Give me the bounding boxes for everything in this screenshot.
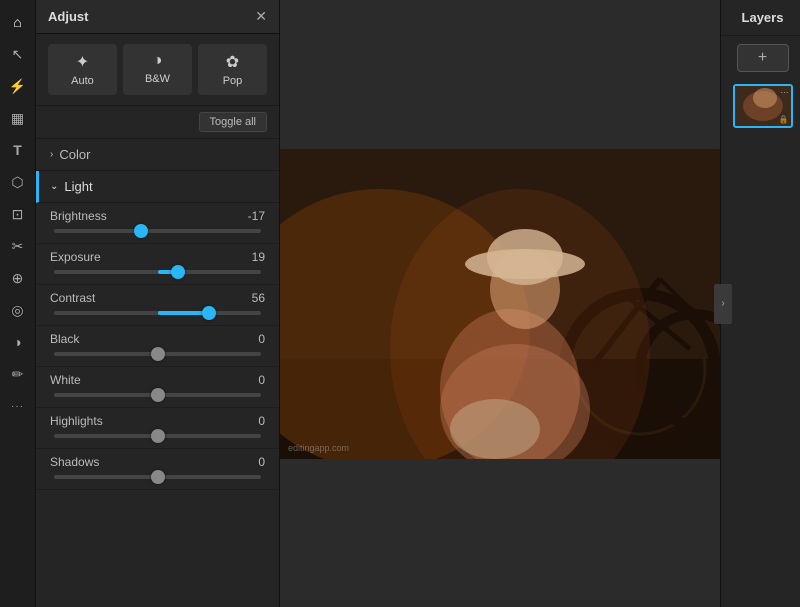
auto-icon: ✦ [76,52,89,72]
black-track[interactable] [54,352,261,356]
toolbar-lightning-icon[interactable]: ⚡ [4,72,32,100]
white-track[interactable] [54,393,261,397]
exposure-label-row: Exposure 19 [50,250,265,264]
contrast-track[interactable] [54,311,261,315]
toolbar-layers-icon[interactable]: ▦ [4,104,32,132]
panel-title: Adjust [48,9,88,24]
toolbar-shape-icon[interactable]: ⬡ [4,168,32,196]
shadows-label: Shadows [50,455,99,469]
canvas-image[interactable]: editingapp.com [280,149,720,459]
white-value: 0 [258,373,265,387]
white-thumb[interactable] [151,388,165,402]
main-canvas-area: editingapp.com › [280,0,720,607]
contrast-thumb[interactable] [202,306,216,320]
light-section-header[interactable]: ⌄ Light [36,171,279,203]
brightness-value: -17 [248,209,265,223]
light-chevron-icon: ⌄ [50,181,58,192]
layers-title: Layers [721,0,800,36]
exposure-label: Exposure [50,250,101,264]
add-layer-button[interactable]: + [737,44,789,72]
brightness-label: Brightness [50,209,107,223]
highlights-slider-row: Highlights 0 [36,408,279,449]
auto-label: Auto [71,75,94,87]
white-slider-row: White 0 [36,367,279,408]
layer-menu-icon[interactable]: ··· [781,88,789,97]
toolbar-pen-icon[interactable]: ✏ [4,360,32,388]
black-slider-row: Black 0 [36,326,279,367]
layer-thumbnail[interactable]: ··· 🔒 [733,84,793,128]
highlights-value: 0 [258,414,265,428]
left-toolbar: ⌂ ↖ ⚡ ▦ T ⬡ ⊡ ✂ ⊕ ◎ ◑ ✏ ··· [0,0,36,607]
bw-preset-button[interactable]: ◑ B&W [123,44,192,95]
app-layout: ⌂ ↖ ⚡ ▦ T ⬡ ⊡ ✂ ⊕ ◎ ◑ ✏ ··· Adjust ✕ ✦ A… [0,0,800,607]
shadows-track[interactable] [54,475,261,479]
adjust-panel: Adjust ✕ ✦ Auto ◑ B&W ✿ Pop Toggle all ›… [36,0,280,607]
pop-label: Pop [223,75,243,87]
contrast-slider-row: Contrast 56 [36,285,279,326]
preset-buttons: ✦ Auto ◑ B&W ✿ Pop [36,34,279,106]
white-label: White [50,373,81,387]
sliders-container: Brightness -17 Exposure 19 [36,203,279,607]
exposure-value: 19 [252,250,265,264]
exposure-thumb[interactable] [171,265,185,279]
bw-icon: ◑ [153,52,163,70]
pop-preset-button[interactable]: ✿ Pop [198,44,267,95]
toolbar-circle-icon[interactable]: ◎ [4,296,32,324]
black-thumb[interactable] [151,347,165,361]
layer-options: ··· [781,88,789,97]
color-section-label: Color [59,147,90,162]
light-section-label: Light [64,179,92,194]
toolbar-text-icon[interactable]: T [4,136,32,164]
black-label-row: Black 0 [50,332,265,346]
toolbar-crop-icon[interactable]: ⊡ [4,200,32,228]
shadows-label-row: Shadows 0 [50,455,265,469]
toggle-all-button[interactable]: Toggle all [199,112,267,132]
color-chevron-icon: › [50,149,53,160]
toolbar-adjust-icon[interactable]: ⊕ [4,264,32,292]
shadows-slider-row: Shadows 0 [36,449,279,490]
shadows-value: 0 [258,455,265,469]
black-label: Black [50,332,79,346]
contrast-label: Contrast [50,291,95,305]
exposure-track[interactable] [54,270,261,274]
highlights-label: Highlights [50,414,103,428]
brightness-label-row: Brightness -17 [50,209,265,223]
white-label-row: White 0 [50,373,265,387]
brightness-slider-row: Brightness -17 [36,203,279,244]
brightness-thumb[interactable] [134,224,148,238]
highlights-track[interactable] [54,434,261,438]
toolbar-cursor-icon[interactable]: ↖ [4,40,32,68]
layer-lock-icon: 🔒 [779,115,789,124]
toolbar-paint-icon[interactable]: ◑ [4,328,32,356]
pop-icon: ✿ [226,52,239,72]
layers-panel: Layers + ··· 🔒 [720,0,800,607]
panel-header: Adjust ✕ [36,0,279,34]
highlights-label-row: Highlights 0 [50,414,265,428]
highlights-thumb[interactable] [151,429,165,443]
toolbar-more-icon[interactable]: ··· [4,392,32,420]
canvas-svg [280,149,720,459]
canvas-watermark: editingapp.com [288,443,349,453]
expand-panel-button[interactable]: › [714,284,732,324]
shadows-thumb[interactable] [151,470,165,484]
bw-label: B&W [145,73,170,85]
black-value: 0 [258,332,265,346]
close-button[interactable]: ✕ [255,8,267,25]
auto-preset-button[interactable]: ✦ Auto [48,44,117,95]
color-section-header[interactable]: › Color [36,139,279,171]
toolbar-home-icon[interactable]: ⌂ [4,8,32,36]
toolbar-scissors-icon[interactable]: ✂ [4,232,32,260]
exposure-slider-row: Exposure 19 [36,244,279,285]
brightness-track[interactable] [54,229,261,233]
toggle-all-row: Toggle all [36,106,279,139]
contrast-value: 56 [252,291,265,305]
contrast-label-row: Contrast 56 [50,291,265,305]
